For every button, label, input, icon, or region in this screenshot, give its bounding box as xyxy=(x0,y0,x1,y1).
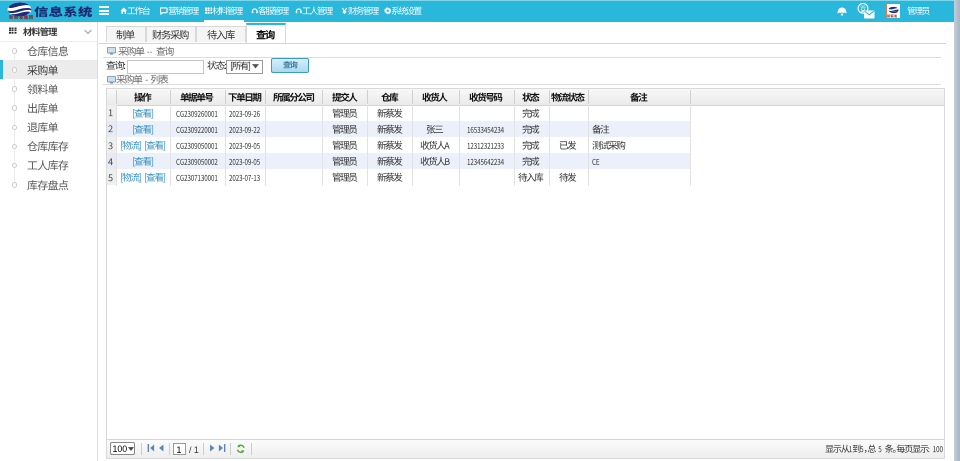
svg-text:99: 99 xyxy=(860,5,866,10)
